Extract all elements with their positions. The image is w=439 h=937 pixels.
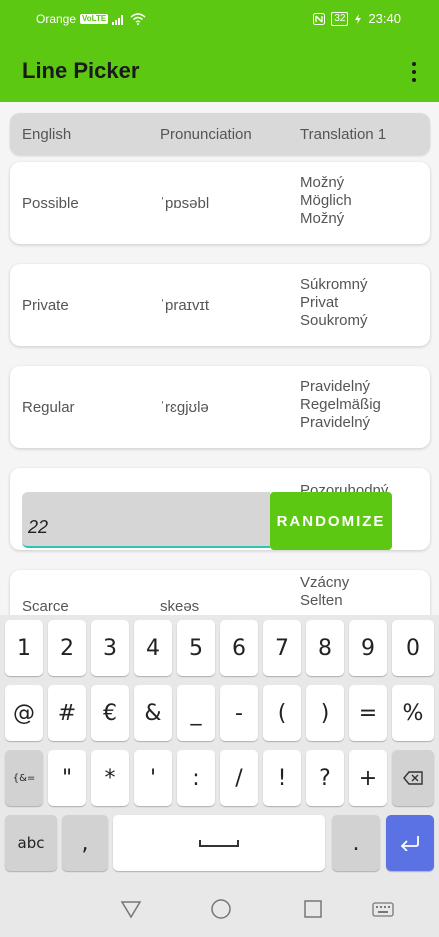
key-1[interactable]: 1 bbox=[5, 620, 43, 676]
volte-badge: VoLTE bbox=[80, 14, 109, 24]
key-apostrophe[interactable]: ' bbox=[134, 750, 172, 806]
status-bar: Orange VoLTE 32 23:40 bbox=[0, 0, 439, 40]
key-symbols-toggle[interactable]: {&= bbox=[5, 750, 43, 806]
pronunciation: ˈpraɪvɪt bbox=[160, 297, 210, 314]
key-euro[interactable]: € bbox=[91, 685, 129, 741]
count-input[interactable] bbox=[22, 492, 270, 548]
key-at[interactable]: @ bbox=[5, 685, 43, 741]
key-percent[interactable]: % bbox=[392, 685, 434, 741]
key-ampersand[interactable]: & bbox=[134, 685, 172, 741]
key-2[interactable]: 2 bbox=[48, 620, 86, 676]
english-word: Regular bbox=[22, 399, 75, 416]
key-0[interactable]: 0 bbox=[392, 620, 434, 676]
key-comma[interactable]: , bbox=[62, 815, 108, 871]
key-9[interactable]: 9 bbox=[349, 620, 387, 676]
key-hash[interactable]: # bbox=[48, 685, 86, 741]
charging-icon bbox=[355, 13, 362, 24]
translations: Pravidelný Regelmäßig Pravidelný bbox=[300, 378, 381, 431]
translations: Vzácny Selten bbox=[300, 574, 350, 609]
key-equals[interactable]: = bbox=[349, 685, 387, 741]
app-bar: Line Picker bbox=[0, 40, 439, 102]
key-7[interactable]: 7 bbox=[263, 620, 301, 676]
space-bar-icon[interactable] bbox=[113, 815, 325, 871]
nfc-icon bbox=[313, 12, 326, 25]
translations: Možný Möglich Možný bbox=[300, 174, 352, 227]
table-row[interactable]: Possible ˈpɒsəbl Možný Möglich Možný bbox=[10, 162, 430, 244]
recents-icon[interactable] bbox=[302, 898, 324, 920]
header-english: English bbox=[22, 126, 72, 143]
key-slash[interactable]: / bbox=[220, 750, 258, 806]
more-vert-icon[interactable] bbox=[411, 62, 417, 82]
english-word: Private bbox=[22, 297, 69, 314]
key-question[interactable]: ? bbox=[306, 750, 344, 806]
soft-keyboard: 1 2 3 4 5 6 7 8 9 0 @ # € & _ - ( ) = % … bbox=[0, 615, 439, 880]
key-period[interactable]: . bbox=[332, 815, 380, 871]
key-colon[interactable]: : bbox=[177, 750, 215, 806]
table-row[interactable]: Regular ˈrɛgjʊlə Pravidelný Regelmäßig P… bbox=[10, 366, 430, 448]
enter-icon[interactable] bbox=[386, 815, 434, 871]
key-abc[interactable]: abc bbox=[5, 815, 57, 871]
key-quote[interactable]: " bbox=[48, 750, 86, 806]
navigation-bar bbox=[0, 880, 439, 937]
pronunciation: skeəs bbox=[160, 598, 200, 615]
key-paren-open[interactable]: ( bbox=[263, 685, 301, 741]
key-asterisk[interactable]: * bbox=[91, 750, 129, 806]
english-word: Possible bbox=[22, 195, 79, 212]
key-8[interactable]: 8 bbox=[306, 620, 344, 676]
key-hyphen[interactable]: - bbox=[220, 685, 258, 741]
back-icon[interactable] bbox=[120, 898, 142, 920]
key-exclamation[interactable]: ! bbox=[263, 750, 301, 806]
battery-level: 32 bbox=[331, 11, 349, 26]
backspace-icon[interactable] bbox=[392, 750, 434, 806]
translations: Súkromný Privat Soukromý bbox=[300, 276, 368, 329]
key-plus[interactable]: + bbox=[349, 750, 387, 806]
key-5[interactable]: 5 bbox=[177, 620, 215, 676]
table-header: English Pronunciation Translation 1 bbox=[10, 113, 430, 155]
key-underscore[interactable]: _ bbox=[177, 685, 215, 741]
randomize-button[interactable]: RANDOMIZE bbox=[270, 492, 392, 550]
carrier-name: Orange bbox=[36, 12, 77, 26]
header-pronunciation: Pronunciation bbox=[160, 126, 252, 143]
home-icon[interactable] bbox=[210, 898, 232, 920]
signal-icon bbox=[112, 14, 124, 25]
clock: 23:40 bbox=[368, 11, 401, 26]
table-row[interactable]: Private ˈpraɪvɪt Súkromný Privat Soukrom… bbox=[10, 264, 430, 346]
key-4[interactable]: 4 bbox=[134, 620, 172, 676]
wifi-icon bbox=[130, 13, 146, 25]
pronunciation: ˈrɛgjʊlə bbox=[160, 399, 209, 416]
key-paren-close[interactable]: ) bbox=[306, 685, 344, 741]
header-translation: Translation 1 bbox=[300, 126, 387, 143]
key-6[interactable]: 6 bbox=[220, 620, 258, 676]
english-word: Scarce bbox=[22, 598, 69, 615]
pronunciation: ˈpɒsəbl bbox=[160, 195, 210, 212]
key-3[interactable]: 3 bbox=[91, 620, 129, 676]
app-title: Line Picker bbox=[22, 58, 140, 83]
randomizer-bar: RANDOMIZE bbox=[22, 492, 420, 550]
keyboard-switch-icon[interactable] bbox=[372, 898, 394, 920]
